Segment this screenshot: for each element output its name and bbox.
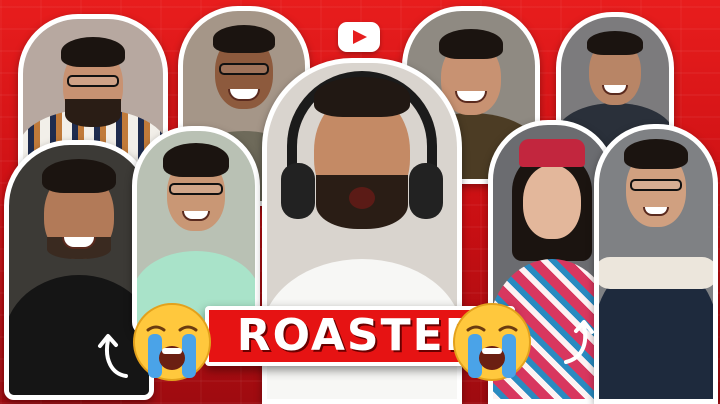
arrow-right-icon [564,320,594,364]
glasses-icon [67,75,119,87]
glasses-icon [169,183,223,195]
play-triangle-icon [353,30,367,44]
person-cutout-9 [594,124,718,404]
youtube-logo-icon [338,22,380,52]
cap-icon [519,139,585,167]
banner-title: ROASTED [236,310,484,361]
crying-face-emoji-icon [133,303,211,381]
video-thumbnail: ROASTED [0,0,720,404]
crying-face-emoji-icon [453,303,531,381]
glasses-icon [630,179,682,191]
glasses-icon [219,63,269,75]
